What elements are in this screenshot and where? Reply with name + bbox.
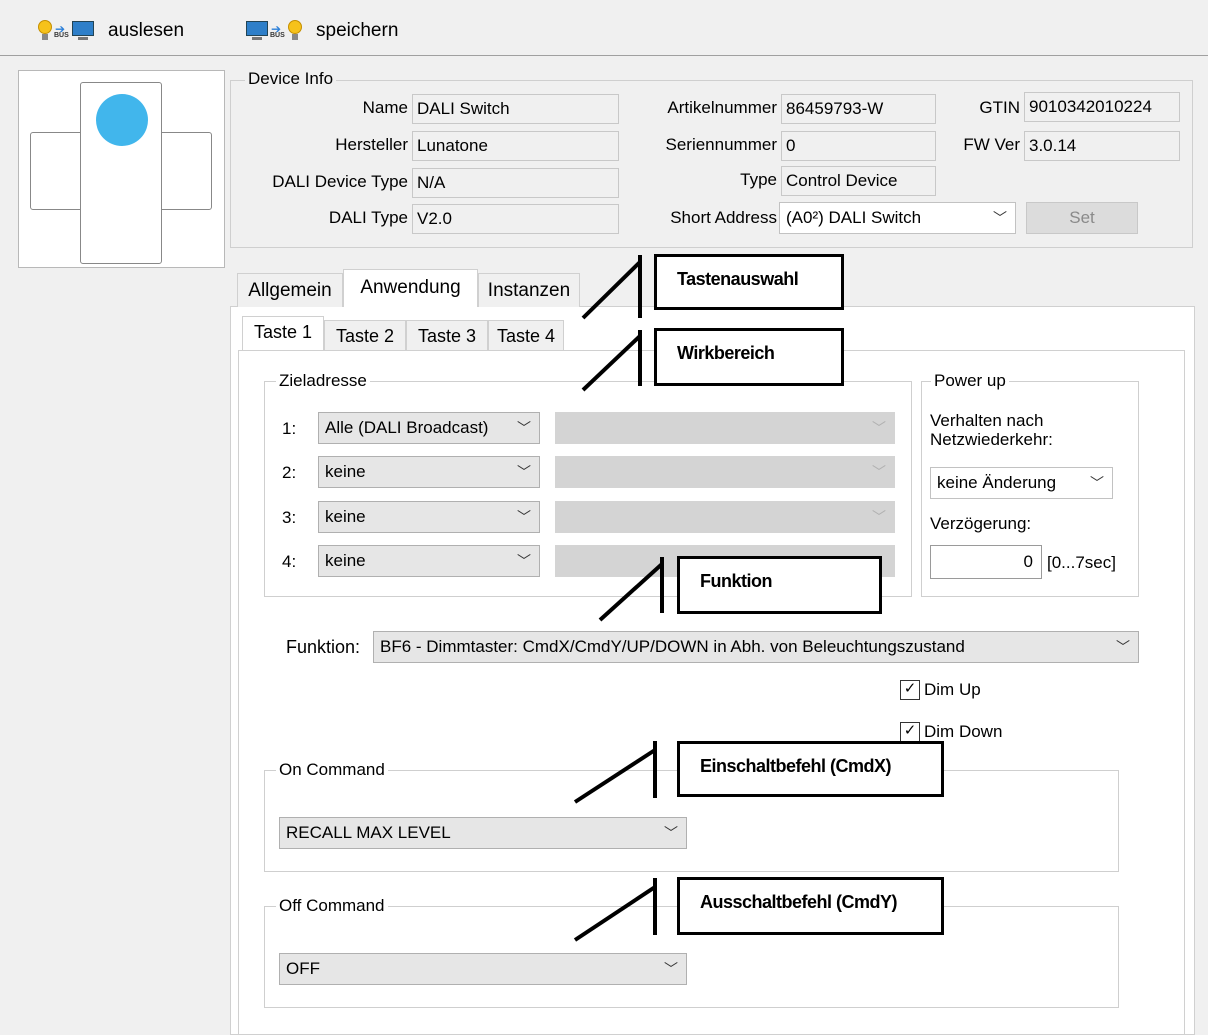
callout-tastenauswahl: Tastenauswahl (654, 254, 844, 310)
callout-wirkbereich: Wirkbereich (654, 328, 844, 386)
subtab-taste-1[interactable]: Taste 1 (242, 316, 324, 350)
callout-einschaltbefehl: Einschaltbefehl (CmdX) (677, 741, 944, 797)
callout-ausschaltbefehl: Ausschaltbefehl (CmdY) (677, 877, 944, 935)
callout-lines (573, 255, 664, 942)
callout-funktion: Funktion (677, 556, 882, 614)
tab-anwendung[interactable]: Anwendung (343, 269, 478, 307)
